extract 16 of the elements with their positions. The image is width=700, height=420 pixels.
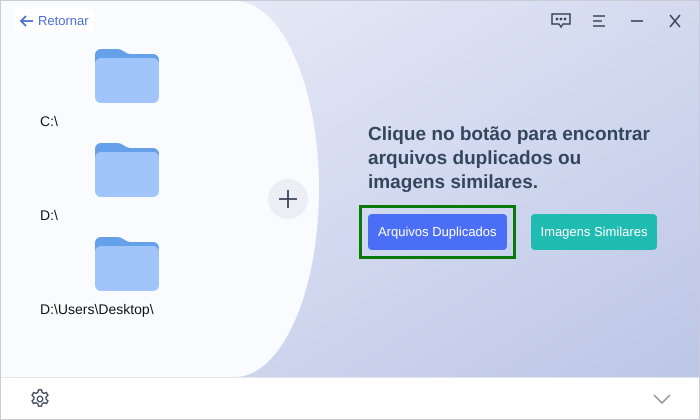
feedback-icon[interactable]	[551, 12, 571, 28]
chevron-down-icon[interactable]	[653, 394, 671, 404]
folder-icon[interactable]	[95, 49, 159, 103]
plus-icon	[279, 190, 297, 208]
back-link[interactable]: Retornar	[14, 9, 95, 33]
add-button[interactable]	[268, 179, 308, 219]
folder-icon[interactable]	[95, 237, 159, 291]
folder-path: D:\	[40, 206, 58, 225]
prompt-text: Clique no botão para encontrar arquivos duplicados ou imagens similares.	[368, 123, 651, 195]
folder-icon[interactable]	[95, 143, 159, 197]
back-arrow-icon	[20, 15, 34, 27]
action-button[interactable]: Arquivos Duplicados	[368, 214, 507, 250]
folder-path: C:\	[40, 112, 58, 131]
folder-path: D:\Users\Desktop\	[40, 300, 154, 319]
action-button[interactable]: Imagens Similares	[530, 214, 658, 250]
settings-icon[interactable]	[29, 388, 51, 410]
